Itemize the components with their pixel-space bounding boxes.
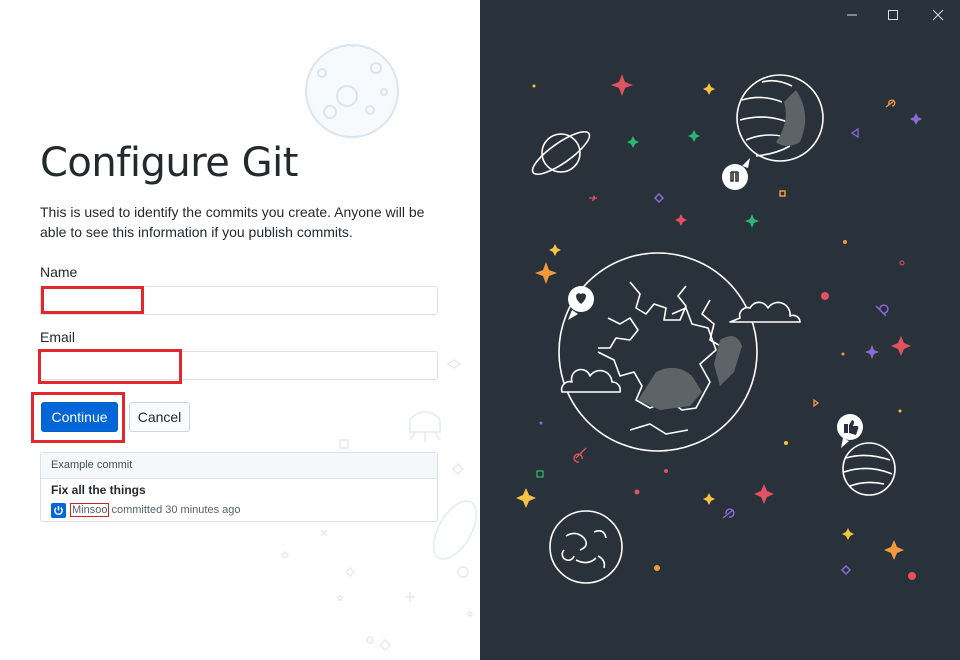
configure-panel: Configure Git This is used to identify t… [0,0,480,660]
avatar [51,502,66,518]
cancel-button[interactable]: Cancel [129,402,190,432]
commit-author: Minsoo [70,503,110,517]
continue-button[interactable]: Continue [41,402,118,432]
example-commit: Example commit Fix all the things Minsoo… [40,452,438,522]
commit-time: committed 30 minutes ago [111,504,241,516]
name-field[interactable] [40,286,438,315]
page-description: This is used to identify the commits you… [40,204,425,240]
commit-meta: Minsoo committed 30 minutes ago [51,502,240,518]
email-label: Email [40,329,76,345]
email-field[interactable] [40,351,438,380]
name-label: Name [40,264,78,280]
commit-summary: Fix all the things [51,483,146,497]
stars [516,74,922,580]
power-icon [54,505,63,515]
illustration-panel [480,0,960,660]
space-illustration [516,74,922,584]
example-commit-header: Example commit [41,453,437,479]
page-title: Configure Git [40,140,298,186]
